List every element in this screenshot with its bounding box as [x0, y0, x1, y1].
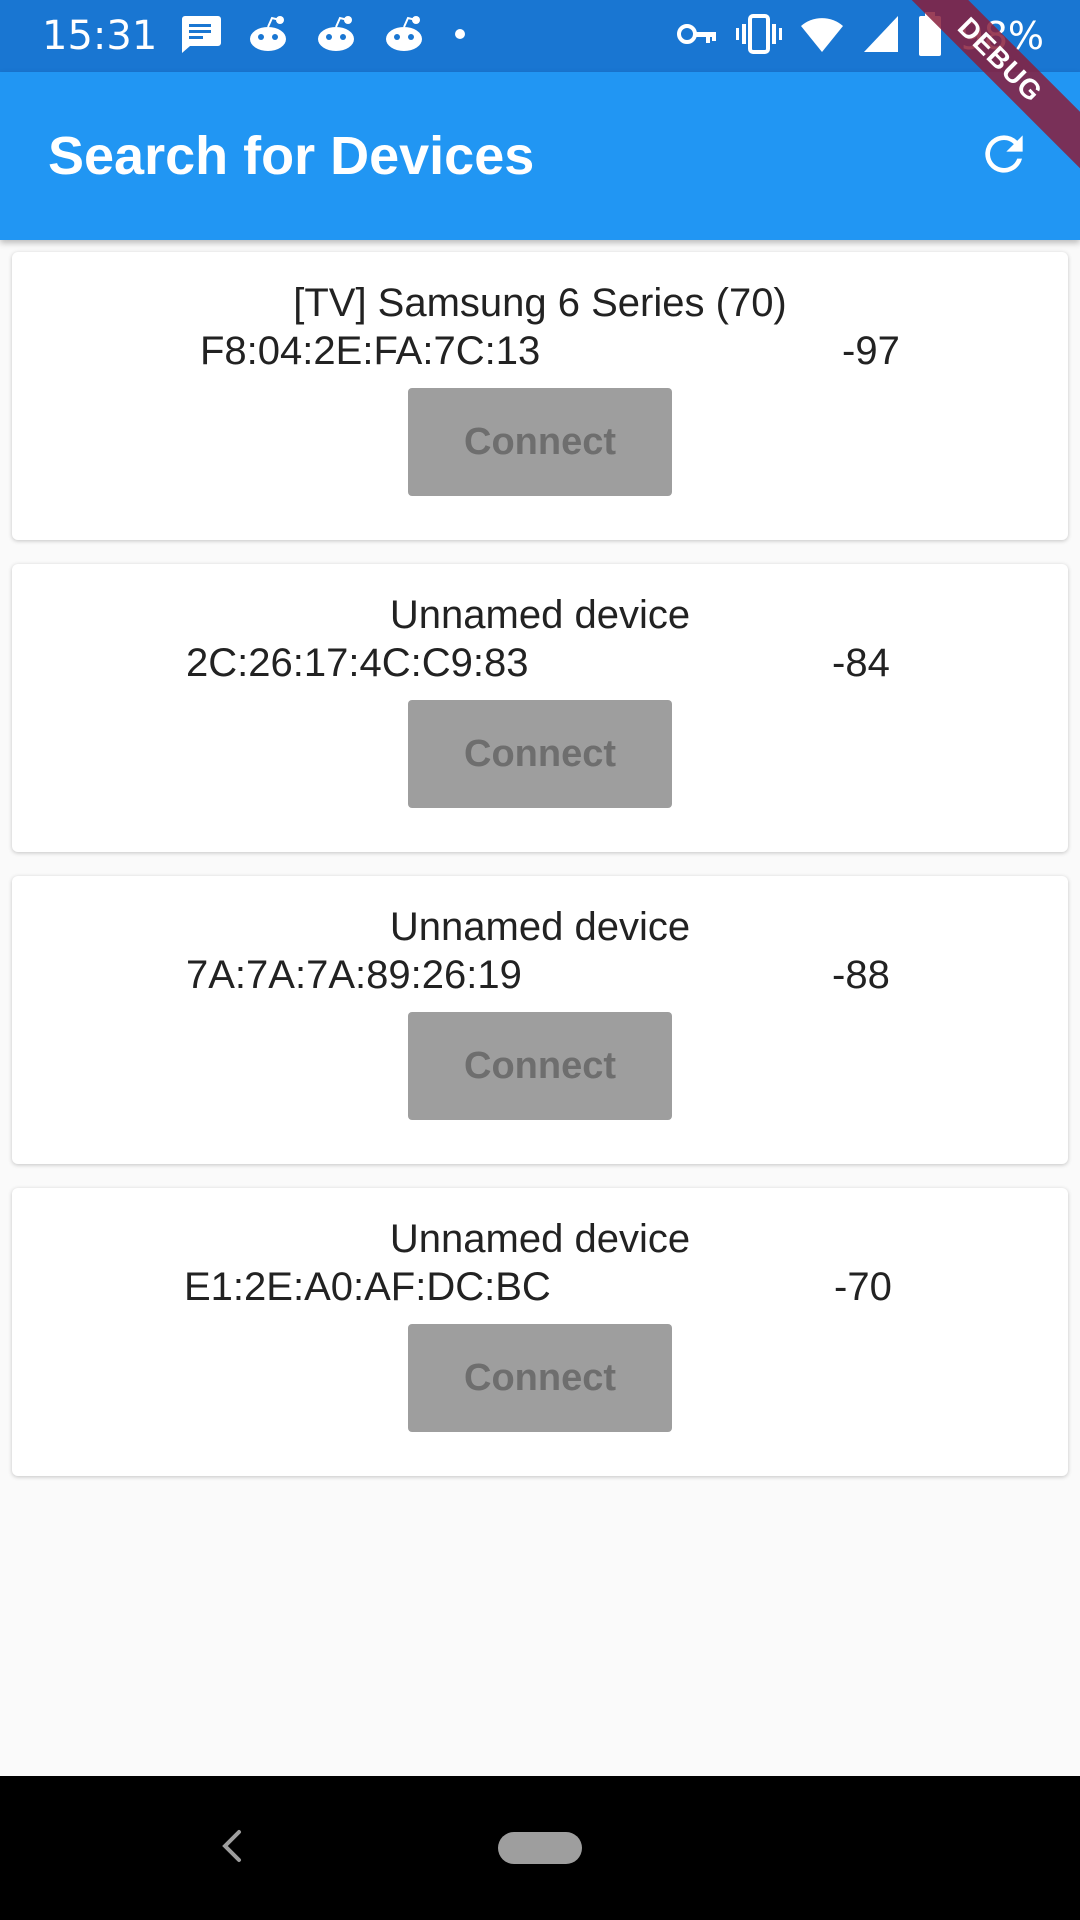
signal-icon: [862, 14, 900, 58]
device-mac-address: F8:04:2E:FA:7C:13: [200, 329, 541, 373]
device-rssi: -88: [832, 953, 890, 997]
wifi-icon: [800, 14, 844, 58]
dot-icon: [450, 14, 470, 58]
device-rssi: -97: [842, 329, 900, 373]
device-rssi: -84: [832, 641, 890, 685]
device-mac-address: E1:2E:A0:AF:DC:BC: [184, 1265, 551, 1309]
notification-icons: [178, 16, 470, 56]
reddit-icon: [314, 14, 358, 58]
navigation-bar: [0, 1776, 1080, 1920]
device-name: Unnamed device: [389, 905, 691, 949]
device-mac-address: 2C:26:17:4C:C9:83: [186, 641, 529, 685]
app-bar: Search for Devices: [0, 72, 1080, 240]
back-button[interactable]: [204, 1820, 260, 1876]
device-name: Unnamed device: [389, 1217, 691, 1261]
connect-button[interactable]: Connect: [408, 1324, 672, 1432]
device-card: [TV] Samsung 6 Series (70) F8:04:2E:FA:7…: [12, 252, 1068, 540]
home-pill-icon[interactable]: [498, 1832, 582, 1864]
reddit-icon: [246, 14, 290, 58]
message-icon: [178, 14, 222, 58]
connect-button[interactable]: Connect: [408, 1012, 672, 1120]
reddit-icon: [382, 14, 426, 58]
page-title: Search for Devices: [48, 126, 535, 186]
refresh-button[interactable]: [972, 124, 1036, 188]
device-mac-address: 7A:7A:7A:89:26:19: [186, 953, 522, 997]
device-card: Unnamed device 2C:26:17:4C:C9:83 -84 Con…: [12, 564, 1068, 852]
device-card: Unnamed device E1:2E:A0:AF:DC:BC -70 Con…: [12, 1188, 1068, 1476]
vibrate-icon: [735, 12, 782, 60]
device-name: Unnamed device: [389, 593, 691, 637]
vpn-key-icon: [676, 14, 718, 58]
device-card: Unnamed device 7A:7A:7A:89:26:19 -88 Con…: [12, 876, 1068, 1164]
status-bar: 15:31: [0, 0, 1080, 72]
refresh-icon: [976, 126, 1032, 186]
status-time: 15:31: [42, 13, 158, 59]
back-icon: [217, 1826, 247, 1870]
connect-button[interactable]: Connect: [408, 700, 672, 808]
device-rssi: -70: [834, 1265, 892, 1309]
screen: 15:31 DEBUG Search for Devices [TV] Sams…: [0, 0, 1080, 1920]
device-name: [TV] Samsung 6 Series (70): [293, 281, 787, 325]
connect-button[interactable]: Connect: [408, 388, 672, 496]
